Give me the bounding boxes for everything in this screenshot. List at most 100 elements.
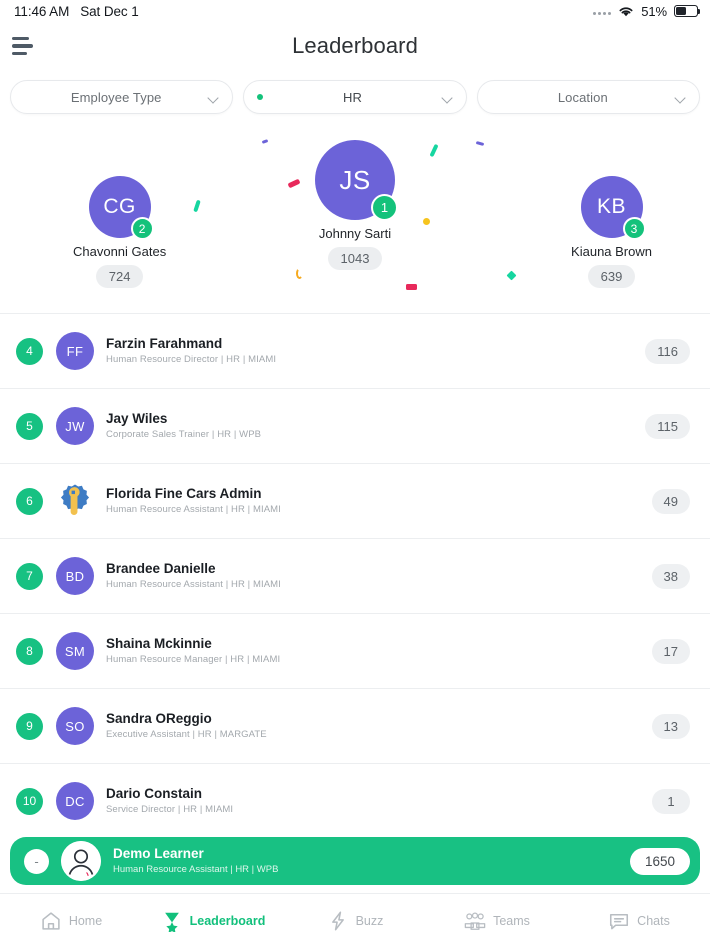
current-user-bar[interactable]: - Demo Learner Human Resource Assistant … <box>10 837 700 885</box>
avatar: DC <box>56 782 94 820</box>
confetti-piece <box>506 270 517 281</box>
podium-first-place[interactable]: JS 1 Johnny Sarti 1043 <box>315 140 398 270</box>
table-row[interactable]: 7 BD Brandee Danielle Human Resource Assist… <box>0 539 710 614</box>
podium-score: 1043 <box>327 247 383 270</box>
filter-employee-type-label: Employee Type <box>70 89 162 105</box>
nav-label-teams: Teams <box>493 913 530 928</box>
row-text: Dario Constain Service Director | HR | MI… <box>106 785 652 817</box>
filter-employee-type[interactable]: Employee Type <box>10 80 234 114</box>
podium-name: Johnny Sarti <box>318 226 392 241</box>
podium-avatar-wrap: JS 1 <box>315 140 398 221</box>
row-text: Shaina Mckinnie Human Resource Manager | … <box>106 635 652 667</box>
filter-bar: Employee Type HR Location <box>0 70 710 124</box>
rank-badge: 8 <box>16 637 43 665</box>
filter-department-label: HR <box>343 89 362 105</box>
user-name: Sandra OReggio <box>106 710 212 726</box>
user-name: Brandee Danielle <box>106 560 216 576</box>
rank-badge: 2 <box>130 217 154 240</box>
bottom-navigation: Home Leaderboard Buzz Teams Chats <box>0 893 710 947</box>
medal-icon <box>164 912 179 932</box>
table-row[interactable]: 5 JW Jay Wiles Corporate Sales Trainer | HR… <box>0 389 710 464</box>
podium-third-place[interactable]: KB 3 Kiauna Brown 639 <box>571 176 652 288</box>
row-text: Jay Wiles Corporate Sales Trainer | HR | … <box>106 410 645 442</box>
user-name: Jay Wiles <box>106 410 168 426</box>
chevron-down-icon <box>208 92 219 103</box>
status-bar-right: 51% <box>593 3 701 19</box>
rank-badge: 6 <box>16 487 43 515</box>
podium-section: JS 1 Johnny Sarti 1043 CG 2 Chavonni Gat… <box>0 124 710 314</box>
page-title: Leaderboard <box>292 33 418 58</box>
podium-avatar-wrap: CG 2 <box>88 176 154 240</box>
podium-name: Kiauna Brown <box>571 244 652 259</box>
avatar: BD <box>56 557 94 595</box>
nav-label-home: Home <box>68 913 103 928</box>
leaderboard-screen: 11:46 AM Sat Dec 1 51% Leaderboard Emplo… <box>0 0 710 947</box>
podium-score: 724 <box>95 265 144 288</box>
nav-item-teams[interactable]: Teams <box>426 894 568 947</box>
avatar <box>61 841 101 881</box>
current-user-text: Demo Learner Human Resource Assistant | … <box>113 845 630 877</box>
score-badge: 1 <box>652 788 690 814</box>
nav-item-leaderboard[interactable]: Leaderboard <box>142 894 284 947</box>
rank-badge: 10 <box>16 787 43 815</box>
app-header: Leaderboard <box>0 22 710 70</box>
avatar <box>56 482 94 520</box>
confetti-piece <box>423 218 430 225</box>
filter-department[interactable]: HR <box>243 80 467 114</box>
confetti-piece <box>429 143 439 158</box>
row-text: Sandra OReggio Executive Assistant | HR |… <box>106 710 652 742</box>
user-meta: Executive Assistant | HR | MARGATE <box>106 728 267 740</box>
rank-badge: 7 <box>16 562 43 590</box>
podium-score: 639 <box>587 265 636 288</box>
row-text: Farzin Farahmand Human Resource Director … <box>106 335 645 367</box>
current-user-meta: Human Resource Assistant | HR | WPB <box>113 863 279 875</box>
nav-label-buzz: Buzz <box>355 913 384 928</box>
leaderboard-list: 4 FF Farzin Farahmand Human Resource Direct… <box>0 314 710 831</box>
score-badge: 115 <box>645 413 690 439</box>
rank-badge: 5 <box>16 412 43 440</box>
confetti-piece <box>287 178 301 189</box>
rank-badge: 3 <box>622 217 646 240</box>
status-date: Sat Dec 1 <box>80 3 139 19</box>
user-meta: Human Resource Manager | HR | MIAMI <box>106 653 281 665</box>
current-user-score: 1650 <box>629 847 690 875</box>
chat-bubble-icon <box>610 913 629 929</box>
table-row[interactable]: 9 SO Sandra OReggio Executive Assistant | H… <box>0 689 710 764</box>
confetti-piece <box>193 199 201 213</box>
score-badge: 49 <box>651 488 690 514</box>
avatar: FF <box>56 332 94 370</box>
table-row[interactable]: 10 DC Dario Constain Service Director | HR … <box>0 764 710 831</box>
battery-icon <box>674 5 701 17</box>
avatar: JW <box>56 407 94 445</box>
podium-avatar-wrap: KB 3 <box>580 176 646 240</box>
user-meta: Service Director | HR | MIAMI <box>106 803 234 815</box>
hamburger-menu-icon[interactable] <box>12 35 42 57</box>
battery-percent: 51% <box>641 3 667 19</box>
user-name: Shaina Mckinnie <box>106 635 212 651</box>
filter-location[interactable]: Location <box>476 80 700 114</box>
user-name: Farzin Farahmand <box>106 335 223 351</box>
current-user-name: Demo Learner <box>113 845 204 861</box>
row-text: Florida Fine Cars Admin Human Resource As… <box>106 485 652 517</box>
score-badge: 116 <box>645 338 690 364</box>
chevron-down-icon <box>675 92 686 103</box>
podium-second-place[interactable]: CG 2 Chavonni Gates 724 <box>73 176 166 288</box>
score-badge: 13 <box>651 713 690 739</box>
nav-item-chats[interactable]: Chats <box>568 894 710 947</box>
chevron-down-icon <box>442 92 453 103</box>
wifi-icon <box>619 6 633 16</box>
nav-label-leaderboard: Leaderboard <box>189 913 266 928</box>
table-row[interactable]: 4 FF Farzin Farahmand Human Resource Direct… <box>0 314 710 389</box>
nav-label-chats: Chats <box>637 913 670 928</box>
confetti-piece <box>406 284 417 290</box>
table-row[interactable]: 8 SM Shaina Mckinnie Human Resource Manager… <box>0 614 710 689</box>
nav-item-buzz[interactable]: Buzz <box>284 894 426 947</box>
table-row[interactable]: 6 Florida Fine Cars Admin Human Resource A… <box>0 464 710 539</box>
gear-wrench-icon <box>60 484 90 516</box>
user-meta: Human Resource Assistant | HR | MIAMI <box>106 578 281 590</box>
user-name: Dario Constain <box>106 785 203 801</box>
rank-badge: 4 <box>16 337 43 365</box>
home-icon <box>42 911 60 930</box>
person-avatar-icon <box>61 841 101 881</box>
nav-item-home[interactable]: Home <box>0 894 142 947</box>
